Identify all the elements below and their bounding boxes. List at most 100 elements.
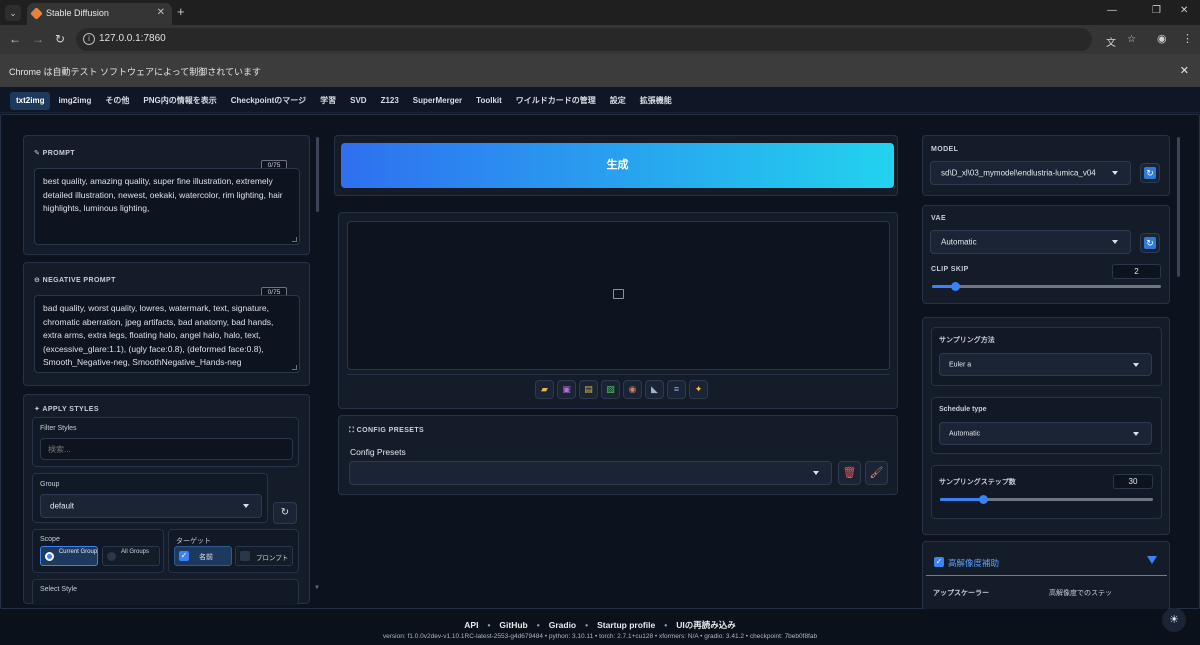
upscaler-label: アップスケーラー bbox=[933, 590, 989, 597]
tab-4[interactable]: Checkpointのマージ bbox=[225, 92, 312, 110]
sampling-method-select[interactable]: Euler a bbox=[939, 353, 1152, 376]
send-to-inpaint-button[interactable]: ◉ bbox=[623, 380, 642, 399]
filter-styles-input[interactable] bbox=[40, 438, 293, 460]
chevron-down-icon bbox=[1133, 362, 1139, 367]
config-presets-label: Config Presets bbox=[350, 447, 406, 457]
negative-prompt-header: ⊖ NEGATIVE PROMPT bbox=[34, 277, 116, 284]
maximize-icon[interactable]: ❐ bbox=[1152, 5, 1161, 16]
vae-select[interactable]: Automatic bbox=[930, 230, 1131, 254]
edit-preset-button[interactable]: 🖌 bbox=[865, 461, 888, 485]
vae-refresh-button[interactable]: ↻ bbox=[1140, 233, 1160, 253]
image-placeholder-icon bbox=[613, 289, 624, 299]
target-prompt-label: プロンプト bbox=[256, 555, 289, 562]
tab-12[interactable]: 拡張機能 bbox=[634, 92, 678, 110]
reload-icon[interactable]: ↻ bbox=[55, 32, 65, 46]
chrome-menu-icon[interactable]: ⋮ bbox=[1182, 32, 1193, 45]
target-name-checkbox[interactable]: ✓ 名前 bbox=[174, 546, 232, 566]
clip-skip-slider[interactable] bbox=[932, 282, 1161, 291]
theme-toggle-button[interactable]: ☀ bbox=[1162, 608, 1186, 632]
infobar-close-icon[interactable]: ✕ bbox=[1180, 64, 1189, 77]
back-icon[interactable]: ← bbox=[9, 32, 21, 46]
browser-tabbar: ⌄ Stable Diffusion ✕ + — ❐ ✕ bbox=[0, 0, 1200, 25]
tab-0[interactable]: txt2img bbox=[10, 92, 51, 110]
refresh-icon: ↻ bbox=[1144, 167, 1156, 179]
scroll-down-icon[interactable]: ▼ bbox=[314, 585, 320, 591]
send-to-img2img-button[interactable]: ▧ bbox=[601, 380, 620, 399]
browser-tab[interactable]: Stable Diffusion ✕ bbox=[27, 3, 172, 25]
folder-button[interactable]: ▰ bbox=[535, 380, 554, 399]
scope-current-radio[interactable]: Current Group bbox=[40, 546, 98, 566]
collapse-triangle-icon[interactable] bbox=[1147, 556, 1157, 564]
tab-10[interactable]: ワイルドカードの管理 bbox=[510, 92, 602, 110]
footer-link-4[interactable]: UIの再読み込み bbox=[676, 620, 736, 630]
minimize-icon[interactable]: — bbox=[1107, 5, 1117, 16]
model-select[interactable]: sd\D_xl\03_mymodel\endlustria-lumica_v04 bbox=[930, 161, 1131, 185]
sampling-steps-box: サンプリングステップ数 30 bbox=[931, 465, 1162, 519]
sparkle-button[interactable]: ✦ bbox=[689, 380, 708, 399]
scope-all-label: All Groups bbox=[120, 549, 149, 555]
close-window-icon[interactable]: ✕ bbox=[1180, 5, 1188, 16]
clip-skip-input[interactable]: 2 bbox=[1112, 264, 1161, 279]
scope-all-radio[interactable]: All Groups bbox=[102, 546, 160, 566]
sampling-steps-slider-thumb[interactable] bbox=[978, 495, 988, 504]
send-to-extras-button[interactable]: ◣ bbox=[645, 380, 664, 399]
scope-box: Scope Current Group All Groups bbox=[32, 529, 164, 573]
prompt-header: ✎ PROMPT bbox=[34, 150, 75, 157]
tab-search-button[interactable]: ⌄ bbox=[5, 5, 21, 21]
sampling-steps-slider[interactable] bbox=[940, 495, 1153, 504]
sampling-steps-input[interactable]: 30 bbox=[1113, 474, 1153, 489]
config-presets-header: ⛶ CONFIG PRESETS bbox=[349, 427, 425, 434]
tab-5[interactable]: 学習 bbox=[314, 92, 342, 110]
footer-separator: • bbox=[536, 620, 540, 630]
schedule-type-select[interactable]: Automatic bbox=[939, 422, 1152, 445]
footer-link-0[interactable]: API bbox=[464, 620, 478, 630]
left-scrollbar[interactable] bbox=[316, 137, 319, 212]
resize-handle[interactable] bbox=[292, 365, 297, 370]
new-tab-button[interactable]: + bbox=[177, 4, 185, 19]
model-panel: MODEL sd\D_xl\03_mymodel\endlustria-lumi… bbox=[922, 135, 1170, 196]
translate-icon[interactable]: 文 bbox=[1106, 34, 1116, 49]
tab-6[interactable]: SVD bbox=[344, 92, 372, 110]
clip-skip-slider-thumb[interactable] bbox=[950, 282, 960, 291]
target-prompt-checkbox[interactable]: プロンプト bbox=[235, 546, 293, 566]
save-button[interactable]: ▣ bbox=[557, 380, 576, 399]
checkbox-checked-icon: ✓ bbox=[934, 557, 944, 567]
negative-prompt-panel: ⊖ NEGATIVE PROMPT 0/75 bad quality, wors… bbox=[23, 262, 310, 386]
resize-handle[interactable] bbox=[292, 237, 297, 242]
save-icon: ▣ bbox=[562, 384, 571, 394]
generate-button[interactable]: 生成 bbox=[341, 143, 894, 188]
tab-8[interactable]: SuperMerger bbox=[407, 92, 468, 110]
sampling-method-label: サンプリング方法 bbox=[939, 337, 995, 344]
delete-preset-button[interactable]: 🗑 bbox=[838, 461, 861, 485]
tab-11[interactable]: 設定 bbox=[604, 92, 632, 110]
url-field[interactable]: i 127.0.0.1:7860 文 ☆ bbox=[76, 28, 1136, 51]
tab-9[interactable]: Toolkit bbox=[470, 92, 508, 110]
close-tab-icon[interactable]: ✕ bbox=[157, 7, 165, 18]
profile-icon[interactable]: ◉ bbox=[1157, 32, 1167, 45]
output-toolbar: ▰ ▣ ▤ ▧ ◉ ◣ ≡ ✦ bbox=[535, 380, 708, 399]
tab-2[interactable]: その他 bbox=[99, 92, 135, 110]
zip-button[interactable]: ▤ bbox=[579, 380, 598, 399]
tab-3[interactable]: PNG内の情報を表示 bbox=[137, 92, 222, 110]
txt2img-panel: ✎ PROMPT 0/75 best quality, amazing qual… bbox=[0, 114, 1200, 610]
bookmark-star-icon[interactable]: ☆ bbox=[1127, 34, 1136, 45]
prompt-textarea[interactable]: best quality, amazing quality, super fin… bbox=[34, 168, 300, 245]
site-info-icon[interactable]: i bbox=[83, 33, 95, 45]
negative-prompt-textarea[interactable]: bad quality, worst quality, lowres, wate… bbox=[34, 295, 300, 373]
tab-1[interactable]: img2img bbox=[52, 92, 97, 110]
tab-7[interactable]: Z123 bbox=[375, 92, 405, 110]
refresh-icon: ↻ bbox=[1144, 237, 1156, 249]
group-select[interactable]: default bbox=[40, 494, 262, 518]
footer-link-2[interactable]: Gradio bbox=[549, 620, 576, 630]
output-image-area[interactable] bbox=[347, 221, 890, 370]
footer-link-3[interactable]: Startup profile bbox=[597, 620, 655, 630]
hires-fix-toggle[interactable]: ✓ 高解像度補助 bbox=[926, 550, 1167, 576]
model-refresh-button[interactable]: ↻ bbox=[1140, 163, 1160, 183]
group-refresh-button[interactable]: ↻ bbox=[273, 502, 297, 524]
send-to-other-button[interactable]: ≡ bbox=[667, 380, 686, 399]
right-scrollbar[interactable] bbox=[1177, 137, 1180, 277]
forward-icon[interactable]: → bbox=[32, 32, 44, 46]
config-presets-select[interactable] bbox=[349, 461, 832, 485]
hires-fix-label: 高解像度補助 bbox=[948, 558, 1000, 568]
footer-link-1[interactable]: GitHub bbox=[499, 620, 527, 630]
